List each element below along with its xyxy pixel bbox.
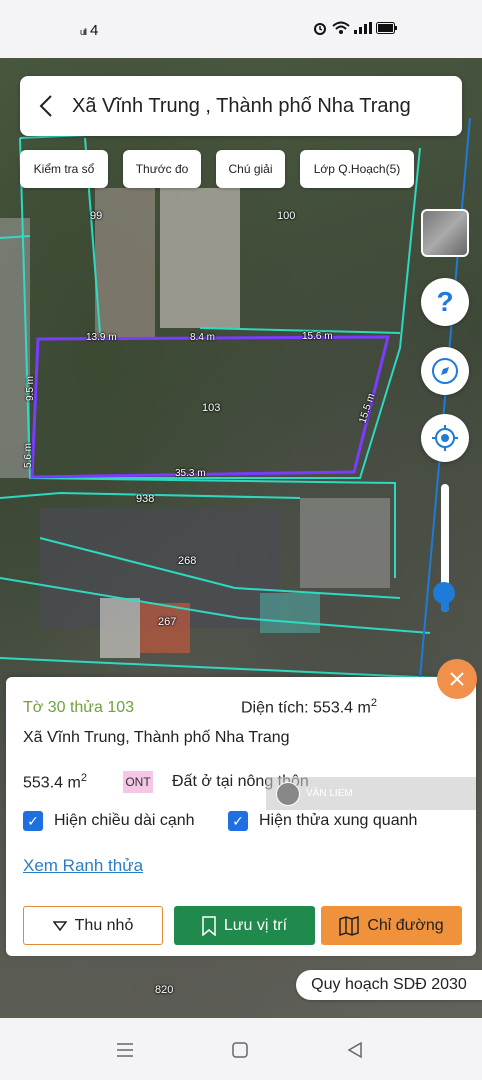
signal-icon (354, 22, 372, 34)
edge-length-label: 13.9 m (86, 332, 117, 343)
compass-button[interactable] (421, 347, 469, 395)
home-icon[interactable] (228, 1038, 252, 1062)
compass-icon (432, 358, 458, 384)
parcel-address: Xã Vĩnh Trung, Thành phố Nha Trang (23, 729, 290, 746)
show-edge-lengths-toggle[interactable]: ✓ Hiện chiều dài cạnh (23, 811, 195, 831)
area-label: Diện tích: 553.4 m2 (241, 697, 377, 717)
collapse-button[interactable]: Thu nhỏ (23, 906, 163, 945)
back-button[interactable] (20, 76, 72, 136)
question-icon: ? (436, 286, 454, 317)
back-nav-icon[interactable] (343, 1038, 367, 1062)
page-title: Xã Vĩnh Trung , Thành phố Nha Trang (72, 94, 411, 117)
legend-button[interactable]: Chú giải (216, 150, 285, 188)
planning-layer-button[interactable]: Lớp Q.Hoạch(5) (300, 150, 414, 188)
parcel-label[interactable]: 820 (155, 984, 173, 996)
parcel-label[interactable]: 267 (158, 616, 176, 628)
system-nav-bar (0, 1018, 482, 1080)
edge-length-label: 8.4 m (190, 332, 216, 343)
edge-length-label: 5.6 m (23, 442, 35, 469)
save-location-button[interactable]: Lưu vị trí (174, 906, 315, 945)
parcel-label[interactable]: 268 (178, 555, 196, 567)
edge-length-label: 15.6 m (302, 331, 333, 342)
view-boundary-link[interactable]: Xem Ranh thửa (23, 856, 143, 876)
wifi-icon (332, 21, 350, 34)
check-certificate-button[interactable]: Kiểm tra sổ (20, 150, 108, 188)
locate-button[interactable] (421, 414, 469, 462)
help-button[interactable]: ? (421, 278, 469, 326)
status-icons (312, 20, 398, 36)
edge-length-label: 35.3 m (175, 468, 206, 479)
planning-label[interactable]: Quy hoạch SDĐ 2030 (296, 970, 482, 1000)
close-button[interactable] (437, 659, 477, 699)
parcel-info-card: Tờ 30 thửa 103 Diện tích: 553.4 m2 Xã Vĩ… (6, 677, 476, 956)
parcel-label[interactable]: 99 (90, 210, 102, 222)
directions-button[interactable]: Chỉ đường (321, 906, 462, 945)
basemap-toggle[interactable] (421, 209, 469, 257)
avatar (276, 781, 300, 806)
edge-length-label: 9.5 m (25, 375, 37, 402)
menu-icon[interactable] (113, 1038, 137, 1062)
watermark: VĂN LIEM (266, 777, 476, 810)
location-header: Xã Vĩnh Trung , Thành phố Nha Trang (20, 76, 462, 136)
zoom-slider-handle[interactable] (433, 582, 455, 604)
checkbox-checked-icon[interactable]: ✓ (23, 811, 43, 831)
show-neighbors-toggle[interactable]: ✓ Hiện thửa xung quanh (228, 811, 417, 831)
chevron-left-icon (39, 95, 52, 117)
status-bar: ull 4 (0, 0, 482, 58)
parcel-id: Tờ 30 thửa 103 (23, 699, 135, 716)
parcel-label[interactable]: 103 (202, 402, 220, 414)
bookmark-icon (202, 915, 216, 936)
parcel-label[interactable]: 938 (136, 493, 154, 505)
triangle-down-icon (52, 920, 67, 931)
battery-icon (376, 22, 397, 34)
map-icon (339, 915, 360, 936)
parcel-label[interactable]: 100 (277, 210, 295, 222)
signal-indicator: ull 4 (80, 22, 99, 39)
checkbox-checked-icon[interactable]: ✓ (228, 811, 248, 831)
close-icon (450, 672, 464, 686)
crosshair-icon (432, 425, 458, 451)
land-code-badge: ONT (123, 771, 153, 793)
area-value: 553.4 m2 (23, 772, 87, 792)
alarm-icon (314, 23, 326, 35)
measure-button[interactable]: Thước đo (123, 150, 201, 188)
